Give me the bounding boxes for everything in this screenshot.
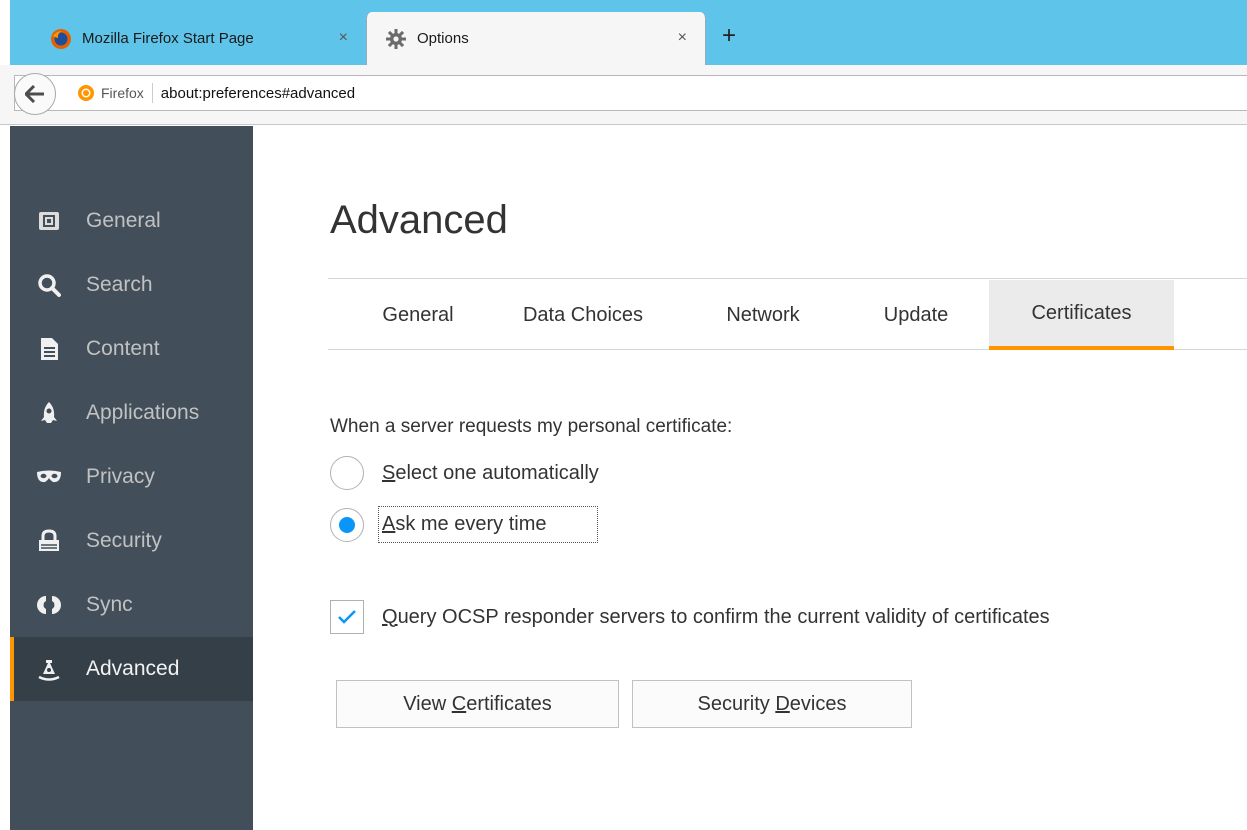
sidebar-item-security[interactable]: Security bbox=[10, 509, 253, 573]
sidebar-item-label: Applications bbox=[86, 401, 200, 424]
sidebar-item-general[interactable]: General bbox=[10, 189, 253, 253]
identity-box[interactable]: Firefox bbox=[77, 84, 144, 102]
general-icon bbox=[36, 208, 62, 234]
certificate-request-label: When a server requests my personal certi… bbox=[330, 416, 733, 437]
checkmark-icon bbox=[338, 610, 356, 624]
radio-label: Ask me every time bbox=[378, 506, 598, 543]
tab-general[interactable]: General bbox=[348, 280, 488, 350]
radio-label: Select one automatically bbox=[382, 462, 599, 485]
accesskey: A bbox=[382, 513, 396, 535]
radio-selected-dot bbox=[339, 516, 355, 533]
advanced-icon bbox=[36, 656, 62, 682]
back-button[interactable] bbox=[14, 73, 56, 115]
tab-network[interactable]: Network bbox=[688, 280, 838, 350]
radio-ask-every-time[interactable]: Ask me every time bbox=[330, 506, 598, 543]
firefox-identity-icon bbox=[78, 85, 94, 101]
sidebar-item-label: Sync bbox=[86, 593, 133, 616]
privacy-mask-icon bbox=[36, 464, 62, 490]
security-lock-icon bbox=[36, 528, 62, 554]
button-label-prefix: View bbox=[403, 692, 452, 715]
label-text: uery OCSP responder servers to confirm t… bbox=[397, 605, 1050, 628]
back-arrow-icon bbox=[25, 85, 44, 103]
label-text: elect one automatically bbox=[395, 461, 599, 484]
tabs-divider bbox=[328, 278, 1247, 279]
sidebar-item-content[interactable]: Content bbox=[10, 317, 253, 381]
tab-label: General bbox=[382, 303, 454, 326]
tab-title: Options bbox=[417, 30, 469, 47]
radio-select-automatically[interactable]: Select one automatically bbox=[330, 456, 599, 490]
security-devices-button[interactable]: Security Devices bbox=[632, 680, 912, 728]
sidebar-item-label: Security bbox=[86, 529, 162, 552]
sync-icon bbox=[36, 592, 62, 618]
sidebar-item-label: Content bbox=[86, 337, 160, 360]
tab-options[interactable]: Options × bbox=[366, 12, 706, 65]
view-certificates-button[interactable]: View Certificates bbox=[336, 680, 619, 728]
new-tab-button[interactable]: + bbox=[722, 22, 736, 50]
applications-icon bbox=[36, 400, 62, 426]
accesskey: Q bbox=[382, 605, 398, 628]
search-icon bbox=[36, 272, 62, 298]
sidebar-item-sync[interactable]: Sync bbox=[10, 573, 253, 637]
radio-button[interactable] bbox=[330, 456, 364, 490]
advanced-subtabs: General Data Choices Network Update Cert… bbox=[328, 280, 1247, 350]
firefox-icon bbox=[51, 28, 71, 49]
tab-title: Mozilla Firefox Start Page bbox=[82, 30, 254, 47]
tab-data-choices[interactable]: Data Choices bbox=[490, 280, 676, 350]
sidebar-item-privacy[interactable]: Privacy bbox=[10, 445, 253, 509]
accesskey: S bbox=[382, 461, 396, 484]
ocsp-checkbox-row[interactable]: Query OCSP responder servers to confirm … bbox=[330, 600, 1050, 634]
page-title: Advanced bbox=[330, 198, 508, 242]
identity-label: Firefox bbox=[101, 85, 144, 101]
navigation-bar: Firefox about:preferences#advanced bbox=[0, 65, 1247, 125]
button-label-rest: ertificates bbox=[466, 692, 552, 715]
label-text: sk me every time bbox=[395, 513, 547, 535]
sidebar-item-label: Search bbox=[86, 273, 153, 296]
tab-label: Certificates bbox=[1031, 301, 1132, 324]
url-separator bbox=[151, 83, 153, 103]
sidebar-item-applications[interactable]: Applications bbox=[10, 381, 253, 445]
url-bar[interactable]: Firefox about:preferences#advanced bbox=[14, 75, 1247, 111]
tab-close-icon[interactable]: × bbox=[678, 28, 687, 48]
tab-label: Update bbox=[883, 303, 949, 326]
ocsp-checkbox[interactable] bbox=[330, 600, 364, 634]
content-icon bbox=[36, 336, 62, 362]
checkbox-label: Query OCSP responder servers to confirm … bbox=[382, 606, 1050, 629]
sidebar-item-advanced[interactable]: Advanced bbox=[10, 637, 253, 701]
tab-close-icon[interactable]: × bbox=[339, 28, 348, 48]
tab-firefox-start-page[interactable]: Mozilla Firefox Start Page × bbox=[36, 12, 366, 65]
tab-strip: Mozilla Firefox Start Page × Options × + bbox=[0, 0, 1247, 65]
tab-certificates[interactable]: Certificates bbox=[989, 280, 1174, 350]
accesskey: D bbox=[775, 692, 790, 715]
accesskey: C bbox=[451, 692, 467, 715]
sidebar-item-search[interactable]: Search bbox=[10, 253, 253, 317]
gear-icon bbox=[386, 28, 406, 49]
button-label-prefix: Security bbox=[697, 692, 776, 715]
sidebar-item-label: Advanced bbox=[86, 657, 180, 680]
tab-label: Network bbox=[726, 303, 800, 326]
radio-button[interactable] bbox=[330, 507, 364, 542]
preferences-sidebar: General Search Content Applications Priv… bbox=[10, 126, 253, 830]
button-label-rest: evices bbox=[789, 692, 847, 715]
sidebar-item-label: General bbox=[86, 209, 161, 232]
tab-label: Data Choices bbox=[522, 303, 644, 326]
sidebar-item-label: Privacy bbox=[86, 465, 155, 488]
url-text[interactable]: about:preferences#advanced bbox=[161, 85, 355, 102]
tab-update[interactable]: Update bbox=[848, 280, 984, 350]
